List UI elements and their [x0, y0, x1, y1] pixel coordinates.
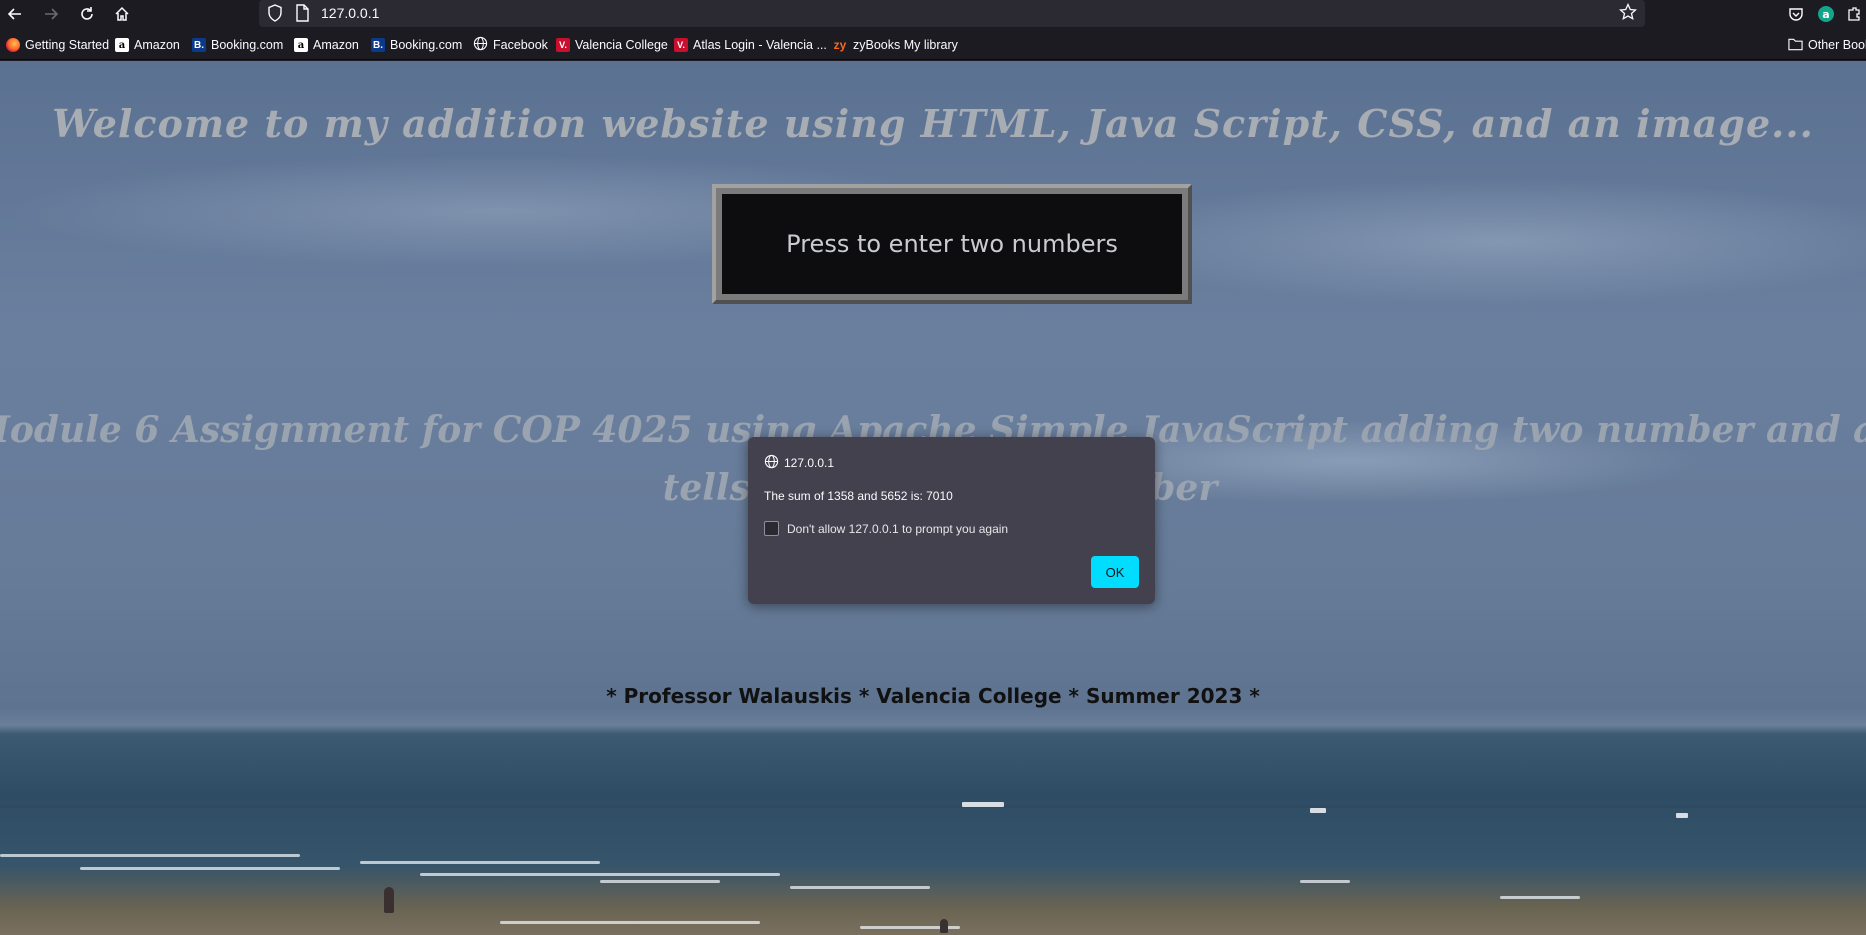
globe-icon	[764, 454, 779, 472]
account-avatar-icon[interactable]: a	[1816, 4, 1836, 24]
booking-icon: B.	[371, 38, 385, 52]
bookmark-label: Booking.com	[211, 38, 284, 52]
folder-icon	[1788, 37, 1803, 54]
enter-numbers-button-frame: Press to enter two numbers	[712, 184, 1192, 304]
bookmark-label: Valencia College	[575, 38, 668, 52]
browser-toolbar: 127.0.0.1 a	[0, 0, 1866, 28]
enter-numbers-button[interactable]: Press to enter two numbers	[722, 194, 1182, 294]
extensions-icon[interactable]	[1844, 4, 1864, 24]
bookmark-booking-2[interactable]: B. Booking.com	[371, 36, 462, 54]
bookmark-star-icon[interactable]	[1618, 2, 1638, 25]
other-bookmarks-label: Other Bookm	[1808, 38, 1866, 52]
footer-credits: * Professor Walauskis * Valencia College…	[606, 684, 1260, 708]
bookmark-zybooks[interactable]: zy zyBooks My library	[832, 36, 958, 54]
forward-arrow-icon[interactable]	[38, 2, 64, 26]
bookmark-amazon[interactable]: a Amazon	[115, 36, 180, 54]
url-text[interactable]: 127.0.0.1	[321, 5, 379, 21]
firefox-icon	[6, 38, 20, 52]
bookmark-label: Getting Started	[25, 38, 110, 52]
svg-text:a: a	[1822, 8, 1829, 21]
bookmark-booking[interactable]: B. Booking.com	[192, 36, 283, 54]
amazon-icon: a	[294, 38, 308, 52]
globe-icon	[473, 36, 488, 54]
pocket-icon[interactable]	[1786, 4, 1806, 24]
bookmark-atlas-login[interactable]: V. Atlas Login - Valencia ...	[674, 36, 827, 54]
dialog-message: The sum of 1358 and 5652 is: 7010	[764, 489, 953, 503]
dialog-header: 127.0.0.1	[764, 454, 834, 472]
valencia-icon: V.	[674, 38, 688, 52]
bookmark-label: Amazon	[313, 38, 359, 52]
bookmark-label: Booking.com	[390, 38, 463, 52]
valencia-icon: V.	[556, 38, 570, 52]
shield-icon[interactable]	[267, 4, 283, 26]
welcome-heading: Welcome to my addition website using HTM…	[52, 101, 1814, 146]
dont-allow-prompt-checkbox[interactable]	[764, 521, 779, 536]
url-bar[interactable]: 127.0.0.1	[259, 0, 1645, 27]
page-info-icon[interactable]	[295, 4, 309, 26]
amazon-icon: a	[115, 38, 129, 52]
ok-button[interactable]: OK	[1091, 556, 1139, 588]
bookmark-valencia-college[interactable]: V. Valencia College	[556, 36, 668, 54]
bookmark-amazon-2[interactable]: a Amazon	[294, 36, 359, 54]
bookmark-label: Amazon	[134, 38, 180, 52]
bookmark-facebook[interactable]: Facebook	[473, 36, 548, 54]
bookmark-label: Atlas Login - Valencia ...	[693, 38, 827, 52]
alert-dialog: 127.0.0.1 The sum of 1358 and 5652 is: 7…	[748, 437, 1155, 604]
bookmark-label: Facebook	[493, 38, 548, 52]
reload-icon[interactable]	[74, 2, 100, 26]
dialog-origin: 127.0.0.1	[784, 456, 835, 470]
bookmarks-toolbar: Getting Started a Amazon B. Booking.com …	[0, 28, 1866, 60]
dont-allow-prompt-checkbox-row[interactable]: Don't allow 127.0.0.1 to prompt you agai…	[764, 521, 1008, 536]
other-bookmarks-folder[interactable]: Other Bookm	[1788, 36, 1866, 54]
bookmark-getting-started[interactable]: Getting Started	[6, 36, 109, 54]
bookmark-label: zyBooks My library	[853, 38, 958, 52]
booking-icon: B.	[192, 38, 206, 52]
zybooks-icon: zy	[833, 38, 847, 52]
home-icon[interactable]	[109, 2, 135, 26]
dont-allow-prompt-label: Don't allow 127.0.0.1 to prompt you agai…	[787, 521, 1009, 536]
back-arrow-icon[interactable]	[2, 2, 28, 26]
